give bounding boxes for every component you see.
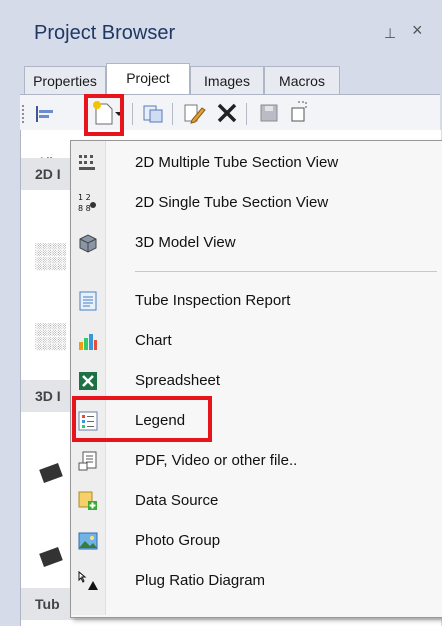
thumbnail-2d-multi[interactable]: ░░░░ ░░░░ [35,242,66,270]
menu-item-pdf-video-or-other-file[interactable]: PDF, Video or other file.. [71,443,442,479]
project-browser-panel: Project Browser ⊥ × Properties Project I… [0,0,442,626]
panel-titlebar: Project Browser ⊥ × [0,0,442,62]
menu-item-data-source[interactable]: Data Source [71,483,442,519]
tab-properties[interactable]: Properties [24,66,106,94]
menu-item-spreadsheet[interactable]: Spreadsheet [71,363,442,399]
close-icon[interactable]: × [412,20,423,41]
model-thumbnail-icon[interactable] [39,463,63,483]
save-icon[interactable] [254,98,284,128]
chart-icon [77,330,99,352]
report-icon [77,290,99,312]
new-item-highlight-box [84,94,124,136]
tab-images[interactable]: Images [190,66,264,94]
toolbar-separator [246,103,247,125]
toolbar [20,94,440,132]
panel-title: Project Browser [34,22,176,44]
menu-item-plug-ratio-diagram[interactable]: Plug Ratio Diagram [71,563,442,599]
menu-item-photo-group[interactable]: Photo Group [71,523,442,559]
toolbar-separator [172,103,173,125]
menu-item-tube-inspection-report[interactable]: Tube Inspection Report [71,283,442,319]
multi-tube-section-icon [77,152,99,174]
svg-text:1 2: 1 2 [78,193,91,202]
tab-macros[interactable]: Macros [264,66,340,94]
photo-icon [77,530,99,552]
single-tube-section-icon: 1 28 8 [77,192,99,214]
tab-project[interactable]: Project [106,63,190,94]
plug-ratio-icon [77,570,99,592]
data-source-icon [77,490,99,512]
menu-item-3d-model-view[interactable]: 3D Model View [71,225,442,261]
thumbnail-2d-single[interactable]: ░░░░ ░░░░ [35,322,66,350]
menu-item-chart[interactable]: Chart [71,323,442,359]
new-item-menu: 2D Multiple Tube Section View 1 28 8 2D … [70,140,442,618]
menu-item-2d-single-tube-section-view[interactable]: 1 28 8 2D Single Tube Section View [71,185,442,221]
spreadsheet-icon [77,370,99,392]
menu-item-2d-multiple-tube-section-view[interactable]: 2D Multiple Tube Section View [71,145,442,181]
copy-icon[interactable] [138,98,168,128]
file-icon [77,450,99,472]
align-icon[interactable] [30,98,60,128]
model-thumbnail-icon[interactable] [39,547,63,567]
pin-icon[interactable]: ⊥ [384,25,396,42]
svg-text:8 8: 8 8 [78,204,91,213]
3d-model-icon [77,232,99,254]
toolbar-grip[interactable] [22,105,28,123]
legend-highlight-box [72,396,212,442]
add-link-icon[interactable] [284,98,314,128]
edit-icon[interactable] [178,98,208,128]
delete-icon[interactable] [212,98,242,128]
toolbar-separator [132,103,133,125]
menu-separator [135,271,437,272]
